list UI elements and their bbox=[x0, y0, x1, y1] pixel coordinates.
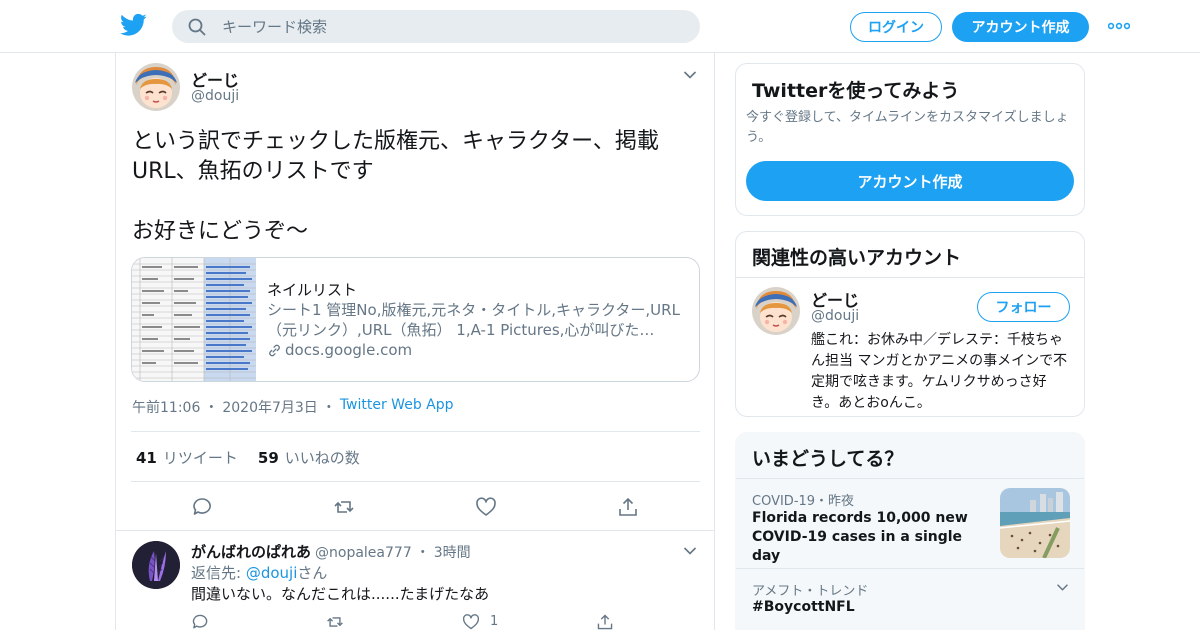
share-icon[interactable] bbox=[617, 496, 639, 518]
anime-avatar-icon bbox=[752, 287, 800, 335]
search-input[interactable] bbox=[222, 10, 682, 43]
retweet-icon[interactable] bbox=[333, 496, 355, 518]
reply-author-handle[interactable]: @nopalea777 bbox=[315, 545, 412, 561]
retweet-label: リツイート bbox=[162, 449, 238, 467]
trend-title[interactable]: #BoycottNFL bbox=[752, 599, 855, 615]
related-account-avatar[interactable] bbox=[752, 287, 800, 335]
divider bbox=[131, 431, 700, 432]
trend-meta: COVID-19・昨夜 bbox=[752, 494, 855, 509]
like-count: 59 bbox=[257, 449, 279, 467]
signup-module-description: 今すぐ登録して、タイムラインをカスタマイズしましょう。 bbox=[746, 110, 1069, 145]
trends-title: いまどうしてる？ bbox=[752, 448, 904, 470]
beach-photo-icon bbox=[1000, 488, 1070, 558]
meta-separator: ・ bbox=[204, 400, 219, 416]
card-domain-text: docs.google.com bbox=[285, 341, 413, 359]
link-card[interactable]: ネイルリスト シート1 管理No,版権元,元ネタ・タイトル,キャラクター,URL… bbox=[131, 257, 700, 382]
like-icon[interactable] bbox=[462, 613, 480, 630]
tweet-time[interactable]: 午前11:06 bbox=[132, 397, 200, 417]
twitter-bird-icon[interactable] bbox=[120, 13, 147, 37]
chevron-down-icon[interactable] bbox=[1056, 583, 1069, 592]
link-icon bbox=[269, 344, 280, 356]
author-avatar[interactable] bbox=[132, 63, 180, 111]
reply-like-count: 1 bbox=[490, 614, 499, 629]
reply-icon[interactable] bbox=[191, 613, 209, 630]
spreadsheet-thumbnail bbox=[132, 258, 256, 381]
search-box[interactable] bbox=[172, 10, 700, 43]
reply-author-name[interactable]: がんばれのぱれあ bbox=[191, 541, 311, 562]
chevron-down-icon[interactable] bbox=[683, 546, 697, 556]
chevron-down-icon[interactable] bbox=[683, 70, 697, 80]
divider bbox=[736, 277, 1084, 278]
share-icon[interactable] bbox=[596, 613, 614, 630]
feather-avatar-icon bbox=[132, 541, 180, 589]
related-account-bio: 艦これ：お休み中／デレステ：千枝ちゃん担当 マンガとかアニメの事メインで不定期で… bbox=[811, 332, 1068, 411]
reply-mention-link[interactable]: @douji bbox=[246, 564, 298, 582]
card-description: シート1 管理No,版権元,元ネタ・タイトル,キャラクター,URL（元リンク）,… bbox=[267, 301, 680, 339]
reply-text: 間違いない。なんだこれは......たまげたなあ bbox=[191, 585, 490, 603]
divider bbox=[736, 568, 1084, 569]
retweet-count: 41 bbox=[136, 449, 157, 467]
reply-icon[interactable] bbox=[191, 496, 213, 518]
related-account-handle[interactable]: @douji bbox=[811, 308, 859, 324]
card-title: ネイルリスト bbox=[267, 281, 358, 299]
reply-header: がんばれのぱれあ @nopalea777 ・ 3時間 bbox=[191, 541, 471, 562]
reply-to-line: 返信先: @doujiさん bbox=[191, 562, 327, 583]
author-handle[interactable]: @douji bbox=[191, 88, 239, 104]
tweet-source-app[interactable]: Twitter Web App bbox=[340, 397, 454, 417]
tweet-stats: 41 リツイート 59 いいねの数 bbox=[136, 447, 360, 468]
spreadsheet-preview-icon bbox=[132, 258, 256, 381]
reply-time[interactable]: 3時間 bbox=[434, 542, 471, 562]
trends-module: いまどうしてる？ COVID-19・昨夜 Florida records 10,… bbox=[735, 432, 1085, 630]
like-stat[interactable]: 59 いいねの数 bbox=[258, 447, 360, 468]
meta-separator: ・ bbox=[415, 545, 430, 561]
follow-button[interactable]: フォロー bbox=[977, 292, 1070, 322]
tweet-timestamp: 午前11:06 ・ 2020年7月3日 ・ Twitter Web App bbox=[132, 397, 454, 417]
card-domain: docs.google.com bbox=[267, 341, 412, 359]
search-icon bbox=[188, 18, 206, 36]
tweet-text: という訳でチェックした版権元、キャラクター、掲載URL、魚拓のリストです お好き… bbox=[132, 129, 659, 244]
trend-title[interactable]: Florida records 10,000 new COVID-19 case… bbox=[752, 509, 994, 566]
create-account-button[interactable]: アカウント作成 bbox=[746, 161, 1074, 201]
signup-button[interactable]: アカウント作成 bbox=[952, 12, 1089, 42]
divider bbox=[131, 481, 700, 482]
like-icon[interactable] bbox=[475, 496, 497, 518]
trend-thumbnail[interactable] bbox=[1000, 488, 1070, 558]
top-bar: ログイン アカウント作成 bbox=[0, 0, 1200, 53]
like-label: いいねの数 bbox=[284, 449, 360, 467]
reply-author-avatar[interactable] bbox=[132, 541, 180, 589]
divider bbox=[116, 530, 715, 531]
reply-to-prefix: 返信先: bbox=[191, 564, 246, 582]
signup-module: Twitterを使ってみよう 今すぐ登録して、タイムラインをカスタマイズしましょ… bbox=[735, 63, 1085, 216]
retweet-icon[interactable] bbox=[326, 613, 344, 630]
related-accounts-title: 関連性の高いアカウント bbox=[752, 247, 962, 269]
tweet-date[interactable]: 2020年7月3日 bbox=[222, 397, 317, 417]
reply-to-suffix: さん bbox=[297, 564, 328, 582]
signup-module-title: Twitterを使ってみよう bbox=[752, 80, 960, 102]
login-button[interactable]: ログイン bbox=[850, 12, 942, 42]
meta-separator: ・ bbox=[321, 400, 336, 416]
tweet-column: どーじ @douji という訳でチェックした版権元、キャラクター、掲載URL、魚… bbox=[115, 53, 715, 630]
retweet-stat[interactable]: 41 リツイート bbox=[136, 447, 238, 468]
more-icon[interactable] bbox=[1108, 22, 1130, 30]
related-accounts-module: 関連性の高いアカウント どーじ @douji フォロー 艦これ：お休み中／デレス… bbox=[735, 231, 1085, 417]
trend-meta: アメフト・トレンド bbox=[752, 584, 869, 599]
anime-avatar-icon bbox=[132, 63, 180, 111]
divider bbox=[736, 478, 1084, 479]
